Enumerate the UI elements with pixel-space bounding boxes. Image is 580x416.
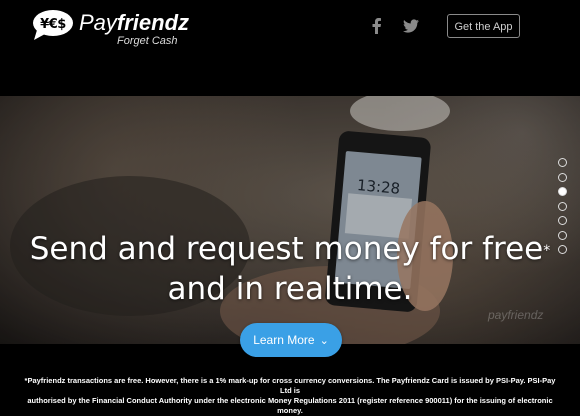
- hero-headline: Send and request money for free* and in …: [29, 231, 551, 307]
- learn-more-button[interactable]: Learn More ⌄: [240, 323, 342, 357]
- hero-banner: 13:28 payfriendz Send and request money …: [0, 96, 580, 344]
- logo-wordmark: Payfriendz: [79, 10, 190, 35]
- slider-pagination: [558, 158, 568, 260]
- slider-dot[interactable]: [558, 216, 567, 225]
- chevron-down-icon: ⌄: [319, 335, 329, 347]
- site-header: ¥€$ Payfriendz Forget Cash Get the App: [0, 0, 580, 96]
- get-the-app-button[interactable]: Get the App: [447, 14, 520, 38]
- slider-dot[interactable]: [558, 172, 567, 182]
- slider-dot[interactable]: [558, 201, 567, 211]
- facebook-icon[interactable]: [367, 16, 387, 36]
- legal-disclaimer: *Payfriendz transactions are free. Howev…: [24, 376, 556, 415]
- twitter-icon[interactable]: [401, 16, 421, 36]
- slider-dot[interactable]: [558, 158, 567, 167]
- logo-currency-symbols: ¥€$: [40, 17, 66, 32]
- logo-tagline: Forget Cash: [117, 35, 178, 47]
- photo-watermark: payfriendz: [488, 308, 544, 322]
- slider-dot[interactable]: [558, 245, 567, 254]
- payfriendz-logo[interactable]: ¥€$ Payfriendz Forget Cash: [32, 9, 202, 49]
- slider-dot-active[interactable]: [558, 187, 567, 196]
- slider-dot[interactable]: [558, 230, 567, 240]
